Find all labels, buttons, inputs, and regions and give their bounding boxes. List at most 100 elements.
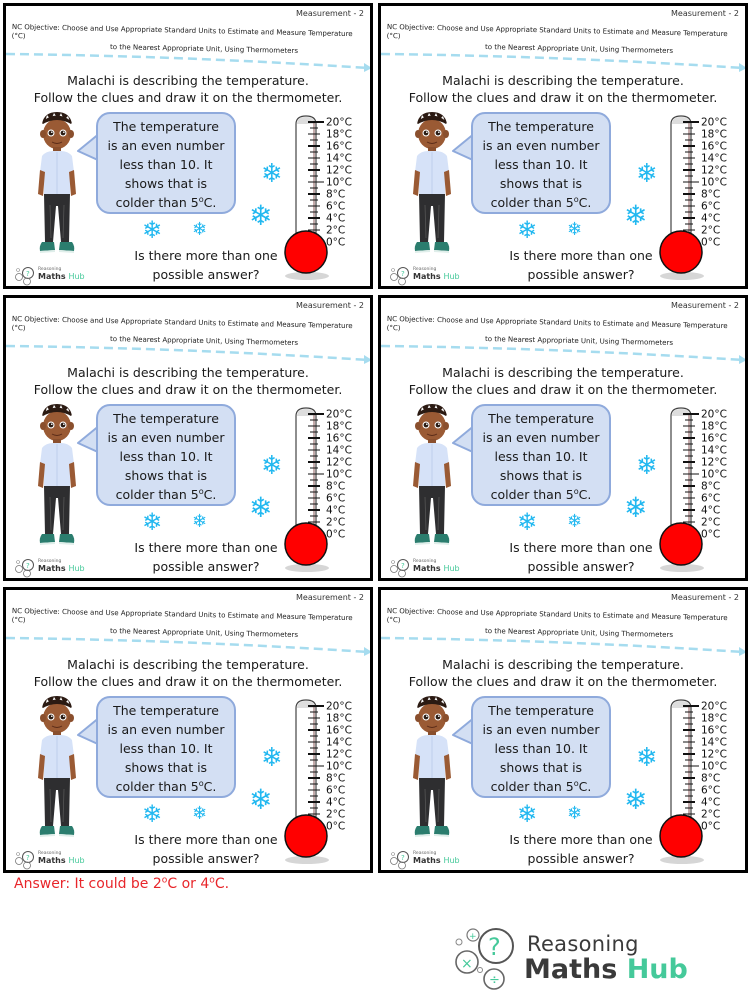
scale-label: 20°C	[701, 117, 727, 129]
thermometer[interactable]: 20°C18°C16°C14°C12°C10°C8°C6°C4°C2°C0°C	[284, 698, 372, 868]
strand-label: Measurement - 2	[671, 301, 739, 310]
scale-label: 0°C	[326, 237, 345, 249]
svg-text:×: ×	[461, 956, 473, 972]
scale-label: 12°C	[326, 457, 352, 469]
svg-text:?: ?	[401, 854, 405, 862]
dashed-arrow-divider	[381, 52, 745, 72]
speech-bubble: The temperature is an even number less t…	[96, 112, 236, 214]
dashed-arrow-divider	[6, 636, 370, 656]
logo-line-1: Reasoning	[527, 932, 639, 956]
scale-label: 12°C	[701, 165, 727, 177]
dashed-arrow-divider	[381, 636, 745, 656]
scale-label: 8°C	[326, 481, 345, 493]
snowflake-icon: ❄	[624, 199, 648, 232]
question-line-1: Is there more than one	[509, 248, 653, 263]
scale-label: 16°C	[326, 725, 352, 737]
instruction-line-1: Malachi is describing the temperature.	[442, 365, 684, 380]
svg-text:?: ?	[401, 270, 405, 278]
scale-label: 18°C	[326, 129, 352, 141]
scale-label: 6°C	[701, 493, 720, 505]
speech-bubble: The temperature is an even number less t…	[471, 404, 611, 506]
logo-line-2: Maths Hub	[524, 954, 688, 985]
scale-label: 2°C	[701, 225, 720, 237]
instruction-line-1: Malachi is describing the temperature.	[442, 657, 684, 672]
scale-label: 18°C	[326, 421, 352, 433]
snowflake-icon: ❄	[567, 219, 583, 240]
reasoning-maths-hub-mini-logo: ? Reasoning Maths Hub	[14, 266, 94, 286]
instruction-line-2: Follow the clues and draw it on the ther…	[33, 674, 343, 689]
scale-label: 6°C	[326, 785, 345, 797]
snowflake-icon: ❄	[192, 803, 208, 824]
scale-label: 2°C	[326, 809, 345, 821]
scale-label: 2°C	[326, 517, 345, 529]
instruction-line-1: Malachi is describing the temperature.	[67, 365, 309, 380]
snowflake-icon: ❄	[261, 451, 283, 481]
reasoning-maths-hub-mini-logo: ? Reasoning Maths Hub	[389, 558, 469, 578]
question: Is there more than one possible answer?	[116, 246, 296, 284]
mini-logo-line-2: Maths Hub	[413, 564, 460, 573]
question-line-2: possible answer?	[152, 851, 260, 866]
snowflake-icon: ❄	[249, 199, 273, 232]
instruction-line-2: Follow the clues and draw it on the ther…	[408, 90, 718, 105]
instruction-line-2: Follow the clues and draw it on the ther…	[33, 90, 343, 105]
speech-line: colder than 5oC.	[490, 486, 592, 502]
speech-line: less than 10. It	[119, 741, 213, 756]
scale-label: 12°C	[701, 457, 727, 469]
scale-label: 20°C	[326, 409, 352, 421]
worksheet-panel-6: Measurement - 2 NC Objective: Choose and…	[378, 587, 748, 873]
scale-label: 10°C	[701, 469, 727, 481]
reasoning-maths-hub-mini-logo: ? Reasoning Maths Hub	[14, 558, 94, 578]
thermometer[interactable]: 20°C18°C16°C14°C12°C10°C8°C6°C4°C2°C0°C	[284, 114, 372, 284]
instruction: Malachi is describing the temperature. F…	[381, 656, 745, 690]
speech-line: shows that is	[124, 176, 208, 191]
objective-line-1: NC Objective: Choose and Use Appropriate…	[11, 607, 353, 625]
speech-line: shows that is	[499, 468, 583, 483]
speech-line: colder than 5oC.	[115, 194, 217, 210]
scale-label: 8°C	[326, 189, 345, 201]
strand-label: Measurement - 2	[296, 9, 364, 18]
speech-line: is an even number	[107, 722, 225, 737]
thermometer[interactable]: 20°C18°C16°C14°C12°C10°C8°C6°C4°C2°C0°C	[659, 406, 747, 576]
question-line-2: possible answer?	[527, 267, 635, 282]
thermometer-bulb	[284, 814, 328, 858]
speech-line: less than 10. It	[494, 449, 588, 464]
scale-label: 16°C	[326, 433, 352, 445]
scale-label: 10°C	[701, 177, 727, 189]
snowflake-icon: ❄	[142, 800, 163, 828]
instruction-line-2: Follow the clues and draw it on the ther…	[408, 674, 718, 689]
scale-label: 2°C	[701, 809, 720, 821]
scale-label: 12°C	[326, 749, 352, 761]
thermometer-tube	[670, 407, 692, 534]
speech-line: is an even number	[482, 430, 600, 445]
scale-label: 6°C	[701, 201, 720, 213]
thermometer-scale	[683, 121, 699, 243]
thermometer[interactable]: 20°C18°C16°C14°C12°C10°C8°C6°C4°C2°C0°C	[659, 114, 747, 284]
scale-label: 0°C	[326, 529, 345, 541]
reasoning-maths-hub-logo: ? × ÷ + Reasoning Maths Hub	[452, 924, 692, 990]
speech-line: less than 10. It	[494, 741, 588, 756]
question-line-1: Is there more than one	[509, 540, 653, 555]
instruction-line-1: Malachi is describing the temperature.	[67, 73, 309, 88]
scale-label: 0°C	[701, 237, 720, 249]
reasoning-maths-hub-mini-logo: ? Reasoning Maths Hub	[389, 266, 469, 286]
thermometer[interactable]: 20°C18°C16°C14°C12°C10°C8°C6°C4°C2°C0°C	[284, 406, 372, 576]
thermometer-scale	[308, 121, 324, 243]
scale-label: 14°C	[701, 737, 727, 749]
scale-label: 20°C	[701, 409, 727, 421]
answer-text: Answer: It could be 2oC or 4oC.	[14, 875, 230, 892]
thermometer[interactable]: 20°C18°C16°C14°C12°C10°C8°C6°C4°C2°C0°C	[659, 698, 747, 868]
scale-label: 6°C	[701, 785, 720, 797]
scale-label: 6°C	[326, 201, 345, 213]
scale-label: 0°C	[326, 821, 345, 833]
speech-line: less than 10. It	[119, 449, 213, 464]
malachi-character	[413, 696, 451, 837]
instruction-line-2: Follow the clues and draw it on the ther…	[408, 382, 718, 397]
malachi-character	[38, 696, 76, 837]
speech-line: less than 10. It	[119, 157, 213, 172]
scale-label: 10°C	[326, 761, 352, 773]
scale-label: 10°C	[701, 761, 727, 773]
logo-bubbles-icon: ?	[15, 267, 34, 286]
logo-bubbles-icon: ?	[390, 559, 409, 578]
malachi-character	[38, 404, 76, 545]
scale-label: 18°C	[701, 129, 727, 141]
